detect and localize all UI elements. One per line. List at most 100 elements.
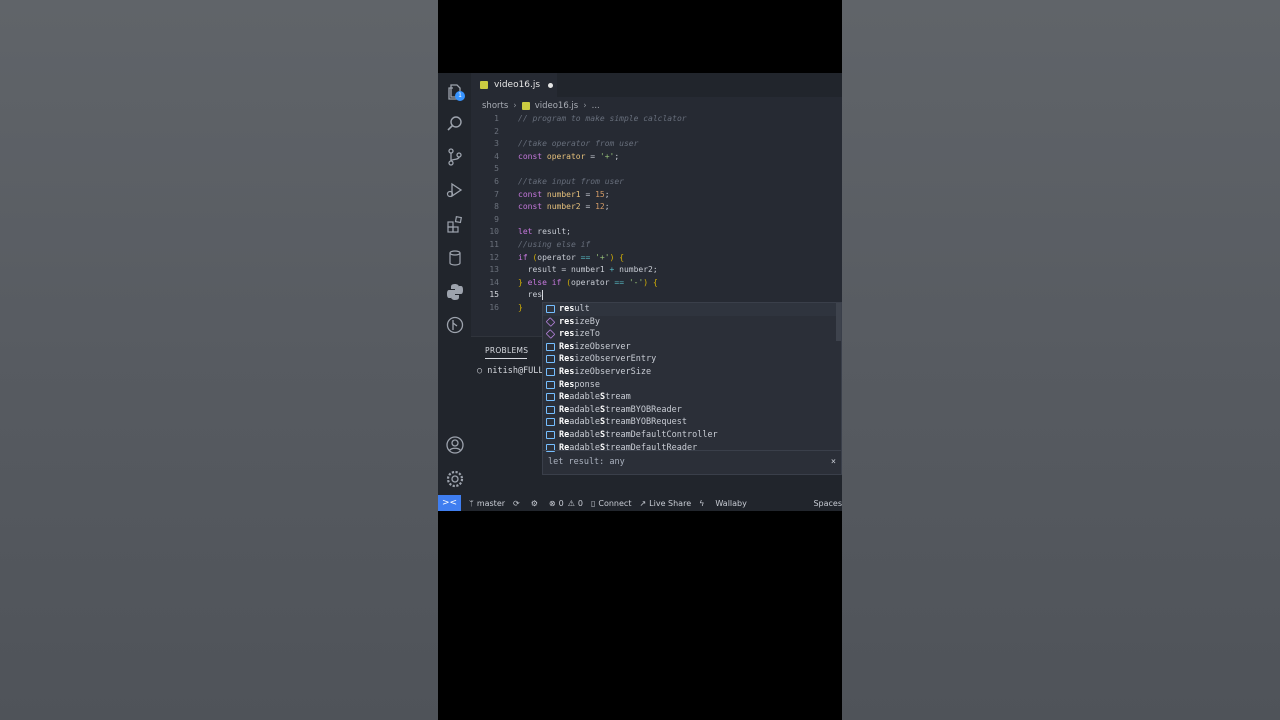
code-token: = xyxy=(585,151,600,161)
suggestion-item[interactable]: resizeBy xyxy=(543,316,841,329)
remote-indicator-icon[interactable]: >< xyxy=(438,495,461,511)
code-token: operator xyxy=(571,277,615,287)
line-number: 5 xyxy=(494,164,499,174)
code-line[interactable]: 4 const operator = '+'; xyxy=(471,151,842,164)
breadcrumb-folder[interactable]: shorts xyxy=(482,101,508,111)
breadcrumb-more[interactable]: ... xyxy=(592,101,600,111)
branch-indicator[interactable]: ᛘ master xyxy=(469,499,505,508)
suggestion-text: izeObserverEntry xyxy=(574,354,657,365)
code-text: //take input from user xyxy=(518,176,624,189)
tools-button[interactable]: ⚙ xyxy=(531,499,541,508)
suggestion-item[interactable]: Response xyxy=(543,379,841,392)
code-area[interactable]: 1 // program to make simple calclator 2 3 //… xyxy=(471,113,842,315)
code-line[interactable]: 15 res xyxy=(471,289,842,302)
code-line[interactable]: 10 let result; xyxy=(471,226,842,239)
tab-problems[interactable]: PROBLEMS xyxy=(485,346,528,355)
suggestion-item[interactable]: resizeTo xyxy=(543,328,841,341)
method-cube-icon xyxy=(545,316,556,327)
suggestion-item[interactable]: ReadableStreamBYOBReader xyxy=(543,404,841,417)
code-token: number2 xyxy=(546,202,581,212)
line-number: 11 xyxy=(489,239,499,249)
extensions-icon[interactable] xyxy=(445,214,465,234)
suggestion-item[interactable]: ResizeObserver xyxy=(543,341,841,354)
breadcrumb-file[interactable]: video16.js xyxy=(535,101,579,111)
database-icon[interactable] xyxy=(445,248,465,268)
breadcrumb: shorts › video16.js › ... xyxy=(482,100,600,112)
code-token: result = number1 xyxy=(518,265,610,275)
tab-video16-js[interactable]: video16.js xyxy=(471,73,557,97)
suggestion-match: Re xyxy=(559,417,570,428)
live-share-button[interactable]: ↗ Live Share xyxy=(639,499,691,508)
code-line[interactable]: 8 const number2 = 12; xyxy=(471,201,842,214)
variable-icon xyxy=(546,355,555,364)
search-icon[interactable] xyxy=(445,114,465,134)
code-line[interactable]: 11 //using else if xyxy=(471,239,842,252)
sync-button[interactable]: ⟳ xyxy=(513,499,523,508)
code-text: const number2 = 12; xyxy=(518,201,610,214)
suggestion-detail: let result: any × xyxy=(543,450,841,474)
settings-gear-icon[interactable] xyxy=(445,469,465,489)
code-text: let result; xyxy=(518,226,571,239)
code-line[interactable]: 13 result = number1 + number2; xyxy=(471,264,842,277)
code-token: operator xyxy=(537,252,581,262)
code-text: result = number1 + number2; xyxy=(518,264,658,277)
variable-icon xyxy=(546,305,555,313)
code-line[interactable]: 5 xyxy=(471,163,842,176)
variable-icon xyxy=(546,418,555,427)
line-number: 15 xyxy=(489,290,499,300)
active-tab-indicator xyxy=(485,358,527,359)
suggestion-item[interactable]: ReadableStreamBYOBRequest xyxy=(543,416,841,429)
line-number: 3 xyxy=(494,139,499,149)
code-token: res xyxy=(518,290,543,300)
suggestion-item[interactable]: ReadableStreamDefaultController xyxy=(543,429,841,442)
suggestion-match: Res xyxy=(559,379,575,390)
suggestion-text: izeTo xyxy=(574,329,600,340)
left-background xyxy=(0,0,438,720)
code-token: operator xyxy=(546,151,586,161)
code-token: // program to make simple calclator xyxy=(518,114,687,123)
python-icon[interactable] xyxy=(445,282,465,302)
line-number: 4 xyxy=(494,151,499,161)
suggestion-detail-text: let result: any xyxy=(548,457,625,467)
suggestion-scrollbar[interactable] xyxy=(836,303,841,341)
activity-bar: 1 xyxy=(438,73,471,495)
close-icon[interactable]: × xyxy=(831,451,836,473)
connect-button[interactable]: ▯ Connect xyxy=(591,499,631,508)
suggestion-text: izeObserverSize xyxy=(574,366,652,377)
account-icon[interactable] xyxy=(445,435,465,455)
code-token: number2; xyxy=(614,265,658,275)
line-number: 1 xyxy=(494,114,499,123)
suggestion-item[interactable]: ReadableStream xyxy=(543,391,841,404)
suggestion-item[interactable]: result xyxy=(543,303,841,316)
code-line[interactable]: 3 //take operator from user xyxy=(471,138,842,151)
code-line[interactable]: 12 if (operator == '+') { xyxy=(471,252,842,265)
line-number: 12 xyxy=(489,252,499,262)
run-debug-icon[interactable] xyxy=(445,180,465,200)
code-token: '+' xyxy=(595,252,610,262)
code-token: == xyxy=(614,277,625,287)
code-line[interactable]: 14} else if (operator == '-') { xyxy=(471,277,842,290)
suggestion-match: Re xyxy=(559,429,570,440)
suggestion-item[interactable]: ResizeObserverSize xyxy=(543,366,841,379)
code-token: if xyxy=(518,252,533,262)
problems-indicator[interactable]: ⊗ 0 ⚠ 0 xyxy=(549,499,583,508)
code-line[interactable]: 9 xyxy=(471,214,842,227)
wallaby-button[interactable]: ϟ Wallaby xyxy=(699,499,747,508)
suggestion-item[interactable]: ResizeObserverEntry xyxy=(543,353,841,366)
suggestion-text: adable xyxy=(569,417,600,428)
terminal-prompt: ○ nitish@FULL7 xyxy=(477,366,549,376)
unsaved-dot-icon[interactable] xyxy=(548,82,554,88)
code-line[interactable]: 2 xyxy=(471,126,842,139)
line-number: 7 xyxy=(494,189,499,199)
suggestion-text: adable xyxy=(569,392,600,403)
code-line[interactable]: 7 const number1 = 15; xyxy=(471,189,842,202)
suggestion-text: adable xyxy=(569,429,600,440)
variable-icon xyxy=(546,367,555,376)
indentation-button[interactable]: Spaces xyxy=(813,499,842,508)
source-control-icon[interactable] xyxy=(445,147,465,167)
git-graph-icon[interactable] xyxy=(445,315,465,335)
code-line[interactable]: 6 //take input from user xyxy=(471,176,842,189)
code-line[interactable]: 1 // program to make simple calclator xyxy=(471,113,842,126)
code-token: //using else if xyxy=(518,239,591,249)
code-token: let xyxy=(518,227,538,237)
